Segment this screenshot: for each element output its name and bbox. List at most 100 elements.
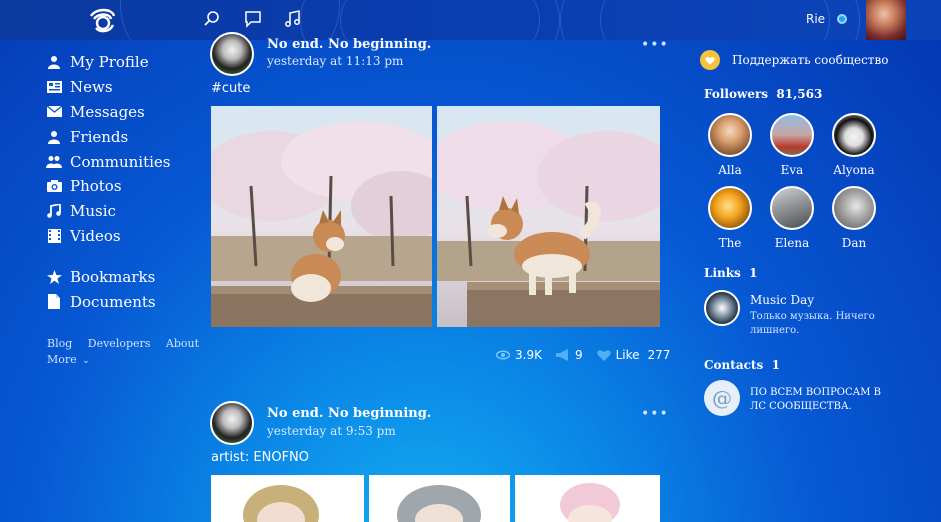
nav-item-label: My Profile bbox=[70, 53, 149, 72]
nav-item-label: Messages bbox=[70, 102, 145, 121]
contact-item[interactable]: @ ПО ВСЕМ ВОПРОСАМ В ЛС СООБЩЕСТВА. bbox=[704, 380, 904, 420]
footer-link-about[interactable]: About bbox=[166, 337, 199, 350]
friends-icon bbox=[46, 129, 62, 145]
repost-button[interactable]: 9 bbox=[555, 348, 583, 362]
post-photo[interactable] bbox=[515, 475, 660, 522]
search-icon[interactable] bbox=[203, 10, 221, 28]
follower-item[interactable]: Alla bbox=[706, 113, 754, 177]
nav-item-communities[interactable]: Communities bbox=[46, 149, 206, 174]
contact-text: ПО ВСЕМ ВОПРОСАМ В ЛС СООБЩЕСТВА. bbox=[750, 387, 882, 412]
support-community-button[interactable]: Поддержать сообщество bbox=[700, 50, 888, 70]
communities-icon bbox=[46, 154, 62, 170]
follower-avatar bbox=[708, 186, 752, 230]
follower-avatar bbox=[770, 186, 814, 230]
footer-link-developers[interactable]: Developers bbox=[88, 337, 151, 350]
support-label: Поддержать сообщество bbox=[732, 53, 889, 67]
post-author-avatar[interactable] bbox=[210, 401, 254, 445]
link-title: Music Day bbox=[750, 293, 815, 307]
nav-item-label: Documents bbox=[70, 292, 156, 311]
post-text: #cute bbox=[211, 81, 251, 96]
post-title[interactable]: No end. No beginning. bbox=[267, 37, 431, 52]
nav-item-photos[interactable]: Photos bbox=[46, 174, 206, 199]
links-title[interactable]: Links 1 bbox=[704, 266, 758, 280]
user-name[interactable]: Rie bbox=[806, 12, 825, 26]
chevron-down-icon: ⌄ bbox=[82, 356, 90, 366]
nav-item-videos[interactable]: Videos bbox=[46, 224, 206, 249]
followers-title[interactable]: Followers 81,563 bbox=[704, 87, 822, 101]
like-label: Like bbox=[615, 348, 640, 362]
nav-item-bookmarks[interactable]: Bookmarks bbox=[46, 264, 206, 289]
post-time[interactable]: yesterday at 11:13 pm bbox=[267, 54, 403, 68]
like-button[interactable]: Like 277 bbox=[596, 348, 670, 362]
post-text: artist: ENOFNO bbox=[211, 450, 310, 465]
eye-icon bbox=[496, 350, 510, 360]
nav-item-label: Communities bbox=[70, 152, 171, 171]
reposts-count: 9 bbox=[574, 348, 583, 362]
music-icon[interactable] bbox=[284, 10, 302, 28]
post-photo[interactable] bbox=[211, 106, 432, 327]
footer-link-blog[interactable]: Blog bbox=[47, 337, 72, 350]
heart-icon bbox=[596, 350, 611, 361]
nav-item-messages[interactable]: Messages bbox=[46, 100, 206, 125]
follower-item[interactable]: The bbox=[706, 186, 754, 250]
top-bar: Rie bbox=[0, 0, 941, 40]
more-options-icon[interactable]: ••• bbox=[641, 406, 669, 422]
news-icon bbox=[46, 79, 62, 95]
nav-item-label: Bookmarks bbox=[70, 267, 156, 286]
follower-avatar bbox=[770, 113, 814, 157]
follower-name: Alla bbox=[718, 163, 742, 177]
megaphone-icon bbox=[555, 349, 568, 361]
post-time[interactable]: yesterday at 9:53 pm bbox=[267, 424, 396, 438]
follower-item[interactable]: Eva bbox=[768, 113, 816, 177]
nav-item-friends[interactable]: Friends bbox=[46, 124, 206, 149]
follower-name: The bbox=[718, 236, 742, 250]
nav-item-my-profile[interactable]: My Profile bbox=[46, 50, 206, 75]
footer-links: Blog Developers About bbox=[47, 337, 211, 350]
link-description: Только музыка. Ничего лишнего. bbox=[750, 311, 875, 336]
illustration-image bbox=[397, 485, 481, 522]
heart-coin-icon bbox=[700, 50, 720, 70]
nav-item-label: Videos bbox=[70, 226, 121, 245]
link-item[interactable]: Music Day Только музыка. Ничего лишнего. bbox=[704, 290, 904, 336]
follower-avatar bbox=[708, 113, 752, 157]
footer-more-label: More bbox=[47, 353, 77, 366]
mail-icon bbox=[46, 104, 62, 120]
follower-item[interactable]: Alyona bbox=[830, 113, 878, 177]
logo-icon[interactable] bbox=[86, 4, 118, 36]
nav-item-documents[interactable]: Documents bbox=[46, 289, 206, 314]
follower-avatar bbox=[832, 113, 876, 157]
post-author-avatar[interactable] bbox=[210, 32, 254, 76]
post-stats: 3.9K 9 Like 277 bbox=[496, 348, 684, 362]
camera-icon bbox=[46, 178, 62, 194]
puppy-photo-image bbox=[211, 106, 432, 327]
post-photo[interactable] bbox=[369, 475, 510, 522]
document-icon bbox=[46, 294, 62, 310]
sidebar-nav: My Profile News Messages Friends Communi… bbox=[46, 50, 206, 314]
illustration-image bbox=[560, 483, 620, 522]
follower-item[interactable]: Dan bbox=[830, 186, 878, 250]
follower-item[interactable]: Elena bbox=[768, 186, 816, 250]
illustration-image bbox=[243, 485, 319, 522]
nav-item-music[interactable]: Music bbox=[46, 199, 206, 224]
online-status-icon bbox=[837, 14, 847, 24]
post-title[interactable]: No end. No beginning. bbox=[267, 406, 431, 421]
follower-name: Alyona bbox=[833, 163, 875, 177]
user-avatar[interactable] bbox=[866, 0, 906, 40]
follower-avatar bbox=[832, 186, 876, 230]
more-options-icon[interactable]: ••• bbox=[641, 37, 669, 53]
post-photo[interactable] bbox=[437, 106, 660, 327]
user-icon bbox=[46, 54, 62, 70]
follower-name: Elena bbox=[774, 236, 810, 250]
note-icon bbox=[46, 203, 62, 219]
link-avatar bbox=[704, 290, 740, 326]
follower-name: Eva bbox=[780, 163, 804, 177]
film-icon bbox=[46, 228, 62, 244]
footer-more-button[interactable]: More ⌄ bbox=[47, 353, 90, 366]
contacts-title[interactable]: Contacts 1 bbox=[704, 358, 780, 372]
messages-icon[interactable] bbox=[244, 10, 262, 28]
nav-item-label: News bbox=[70, 78, 113, 97]
puppy-photo-image bbox=[437, 106, 660, 327]
post-photo[interactable] bbox=[211, 475, 364, 522]
views-stat: 3.9K bbox=[496, 348, 542, 362]
nav-item-news[interactable]: News bbox=[46, 75, 206, 100]
